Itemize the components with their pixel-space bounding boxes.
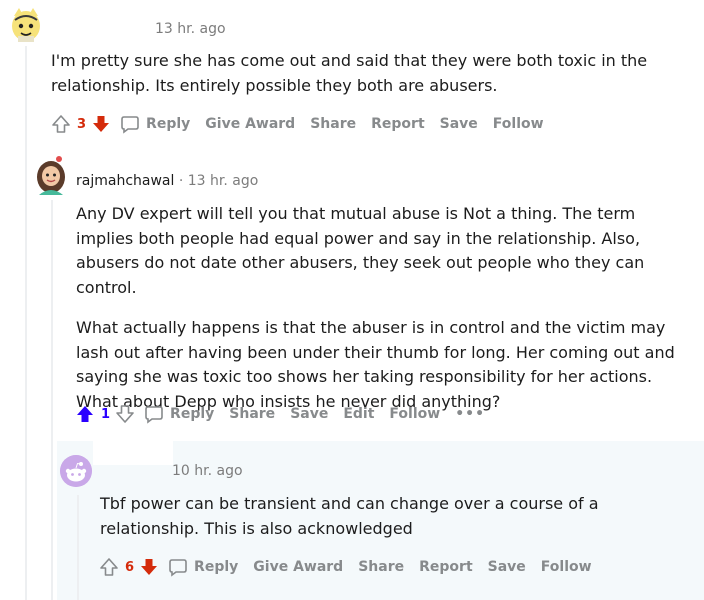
thread-line-reply[interactable] <box>77 495 79 600</box>
thread-line-rajmahchawal[interactable] <box>51 200 53 600</box>
comment-body: Tbf power can be transient and can chang… <box>100 492 690 541</box>
comment-timestamp[interactable]: 10 hr. ago <box>172 463 243 479</box>
username-redacted <box>93 441 173 465</box>
thread-line-root[interactable] <box>25 46 27 600</box>
snoo-icon <box>60 455 92 487</box>
avatar[interactable] <box>9 6 43 44</box>
comment-bubble-icon <box>145 406 163 424</box>
vote-count: 1 <box>101 406 111 422</box>
comment-paragraph: What actually happens is that the abuser… <box>76 318 675 411</box>
vote-count: 6 <box>125 559 135 575</box>
save-button[interactable]: Save <box>440 116 478 132</box>
vote-count: 3 <box>77 116 87 132</box>
share-button[interactable]: Share <box>358 559 404 575</box>
report-button[interactable]: Report <box>419 559 473 575</box>
comment-timestamp[interactable]: 13 hr. ago <box>155 21 226 37</box>
upvote-icon[interactable] <box>50 113 72 135</box>
share-button[interactable]: Share <box>310 116 356 132</box>
save-button[interactable]: Save <box>290 406 328 422</box>
follow-button[interactable]: Follow <box>389 406 440 422</box>
reply-label: Reply <box>146 116 191 132</box>
give-award-button[interactable]: Give Award <box>253 559 343 575</box>
reply-button[interactable]: Reply <box>168 557 238 577</box>
comment-actions: 1 Reply Share Save Edit Follow ••• <box>74 403 485 425</box>
upvote-icon[interactable] <box>98 556 120 578</box>
upvote-icon-active[interactable] <box>74 403 96 425</box>
reply-label: Reply <box>170 406 215 422</box>
more-options-button[interactable]: ••• <box>455 406 485 422</box>
save-button[interactable]: Save <box>488 559 526 575</box>
vote-controls: 6 <box>98 556 160 578</box>
downvote-icon-active[interactable] <box>138 556 160 578</box>
vote-controls: 3 <box>50 113 112 135</box>
follow-button[interactable]: Follow <box>541 559 592 575</box>
user-avatar[interactable] <box>33 155 69 197</box>
default-avatar[interactable] <box>60 455 92 487</box>
meta-separator: · <box>178 173 184 189</box>
comment-body: I'm pretty sure she has come out and sai… <box>51 49 651 98</box>
reply-button[interactable]: Reply <box>120 114 190 134</box>
give-award-button[interactable]: Give Award <box>205 116 295 132</box>
comment-meta: rajmahchawal · 13 hr. ago <box>76 173 258 189</box>
edit-button[interactable]: Edit <box>343 406 374 422</box>
downvote-icon[interactable] <box>114 403 136 425</box>
comment-bubble-icon <box>121 116 139 134</box>
downvote-icon-active[interactable] <box>90 113 112 135</box>
vote-controls: 1 <box>74 403 136 425</box>
comment-paragraph: Any DV expert will tell you that mutual … <box>76 204 645 297</box>
share-button[interactable]: Share <box>229 406 275 422</box>
report-button[interactable]: Report <box>371 116 425 132</box>
comment-actions: 6 Reply Give Award Share Report Save Fol… <box>98 556 607 578</box>
comment-body: Any DV expert will tell you that mutual … <box>76 202 676 414</box>
reply-label: Reply <box>194 559 239 575</box>
follow-button[interactable]: Follow <box>493 116 544 132</box>
reply-button[interactable]: Reply <box>144 404 214 424</box>
comment-text: I'm pretty sure she has come out and sai… <box>51 51 648 95</box>
comment-actions: 3 Reply Give Award Share Report Save Fol… <box>50 113 559 135</box>
username-link[interactable]: rajmahchawal <box>76 173 174 189</box>
comment-bubble-icon <box>169 559 187 577</box>
comment-timestamp[interactable]: 13 hr. ago <box>188 173 259 189</box>
comment-text: Tbf power can be transient and can chang… <box>100 494 599 538</box>
